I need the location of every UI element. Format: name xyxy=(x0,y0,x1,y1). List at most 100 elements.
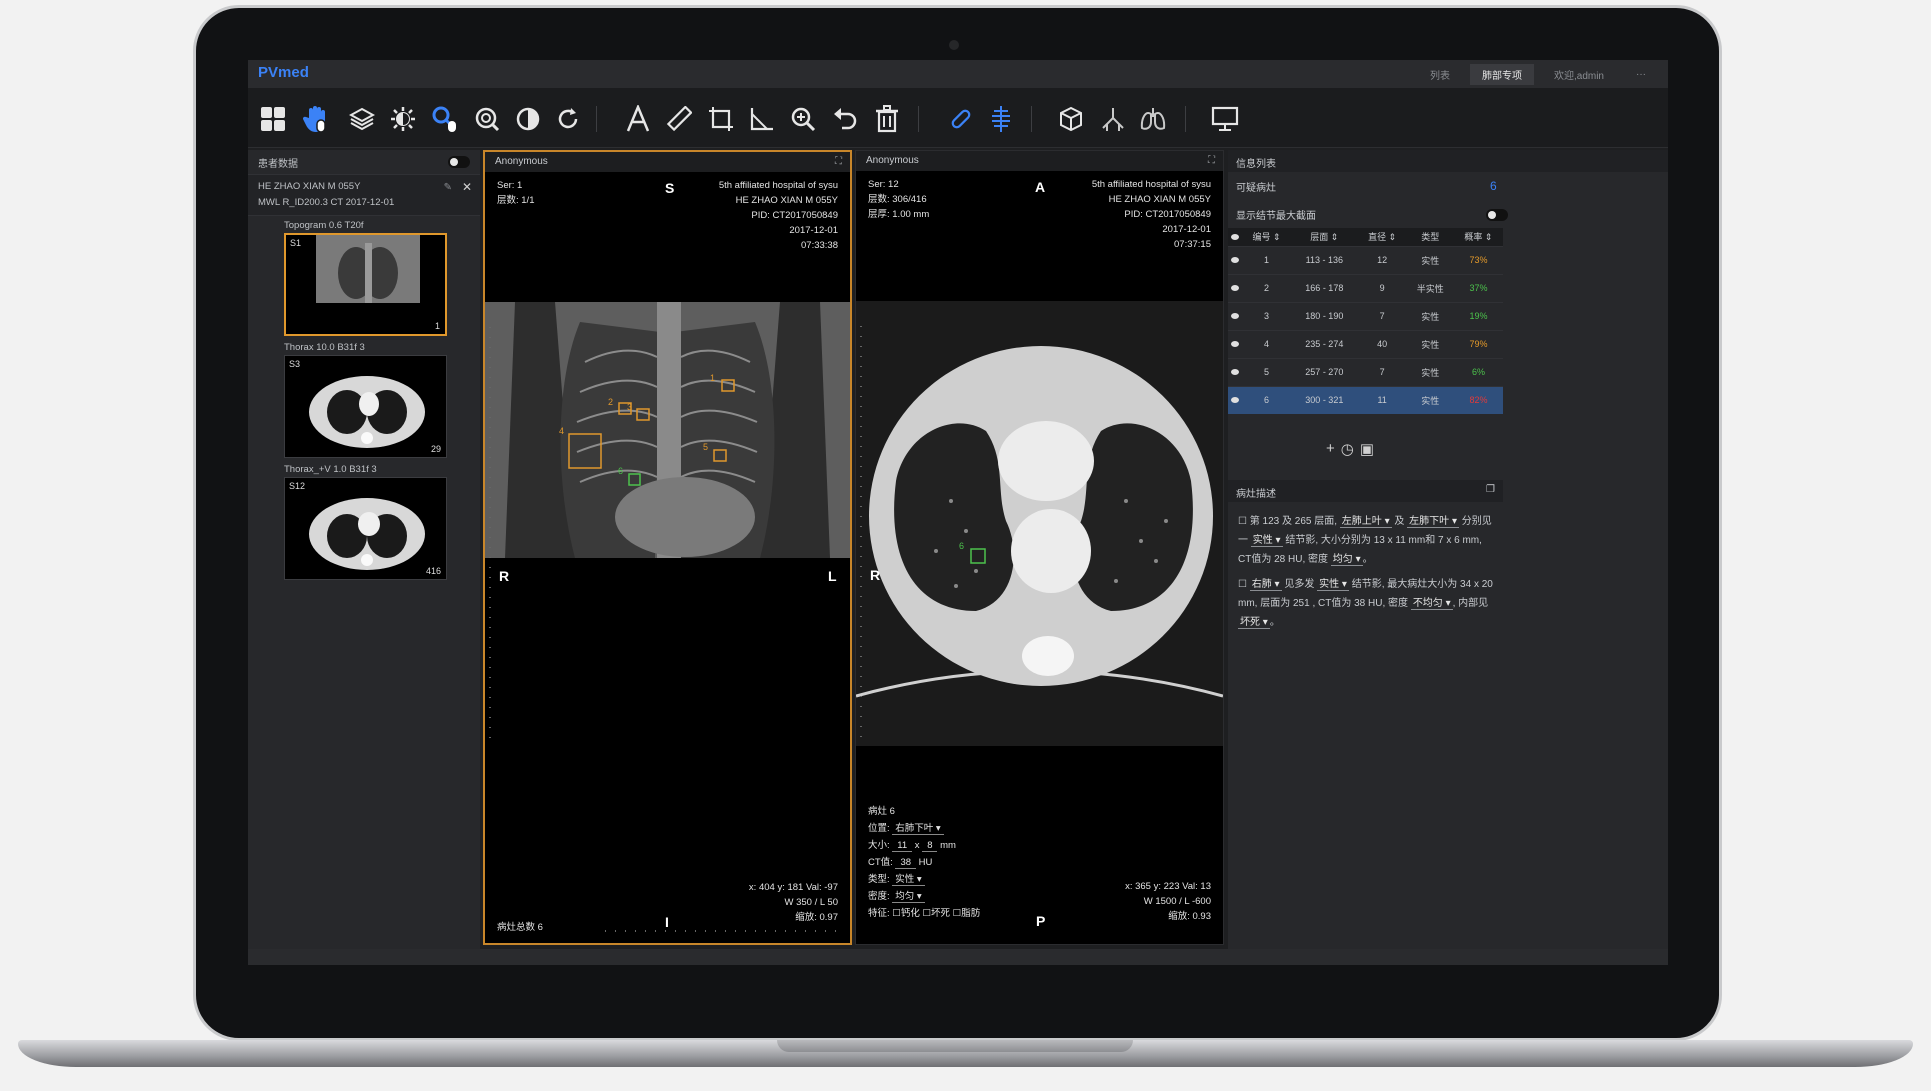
nodule-marker: 1 xyxy=(710,373,715,383)
horizontal-ruler xyxy=(605,930,845,932)
rectangle-roi-icon[interactable] xyxy=(706,104,736,134)
suspect-count: 6 xyxy=(1490,179,1497,193)
type-dropdown[interactable]: 实性 ▾ xyxy=(892,874,925,886)
desc-dropdown[interactable]: 实性 ▾ xyxy=(1317,579,1349,591)
undo-icon[interactable] xyxy=(830,104,860,134)
ruler-icon[interactable] xyxy=(664,104,694,134)
app-logo: PVmed xyxy=(258,64,309,81)
brightness-icon[interactable] xyxy=(388,104,418,134)
visibility-icon[interactable] xyxy=(1228,301,1242,330)
trash-icon[interactable] xyxy=(872,104,902,134)
desc-dropdown[interactable]: 不均匀 ▾ xyxy=(1410,598,1453,610)
save-icon[interactable]: ▣ xyxy=(1360,440,1374,458)
column-header[interactable]: 直径 ⇕ xyxy=(1357,228,1407,246)
viewport-topogram[interactable]: Anonymous ⛶ Ser: 1 层数: 1/1 5th affiliate… xyxy=(483,150,852,945)
position-dropdown[interactable]: 右肺下叶 ▾ xyxy=(892,823,944,835)
column-header[interactable]: 编号 ⇕ xyxy=(1241,228,1292,246)
orientation-bottom: I xyxy=(665,914,669,930)
nodule-layer: 166 - 178 xyxy=(1291,273,1358,302)
table-row[interactable]: 2 166 - 178 9 半实性 37% xyxy=(1228,273,1503,302)
nodule-detail-panel: 病灶 6 位置: 右肺下叶 ▾ 大小: 11 x 8 mm CT值: 38 HU… xyxy=(868,803,980,922)
feature-checkbox[interactable]: ☐坏死 xyxy=(922,908,950,919)
nodule-type: 实性 xyxy=(1406,329,1454,358)
nodule-description[interactable]: ☐ 第 123 及 265 层面, 左肺上叶 ▾ 及 左肺下叶 ▾ 分别见一 实… xyxy=(1228,504,1503,632)
spine-icon[interactable] xyxy=(986,104,1016,134)
cube-3d-icon[interactable] xyxy=(1056,104,1086,134)
density-dropdown[interactable]: 均匀 ▾ xyxy=(892,891,925,903)
ct-value-input[interactable]: 38 xyxy=(895,857,917,869)
series-info: Ser: 12 层数: 306/416 层厚: 1.00 mm xyxy=(868,179,930,220)
zoom-region-icon[interactable] xyxy=(472,104,502,134)
more-menu[interactable]: ··· xyxy=(1624,66,1658,83)
table-row[interactable]: 6 300 - 321 11 实性 82% xyxy=(1228,385,1503,414)
add-icon[interactable]: + xyxy=(1326,440,1335,458)
series-number: S1 xyxy=(290,238,302,248)
feature-checkbox[interactable]: ☐钙化 xyxy=(892,908,920,919)
chest-xray-image[interactable]: 1 2 3 4 5 6 xyxy=(485,302,850,558)
visibility-icon[interactable] xyxy=(1228,357,1242,386)
series-thumbnail[interactable]: S1 1 xyxy=(284,233,447,336)
maximize-icon[interactable]: ⛶ xyxy=(835,156,842,167)
copy-icon[interactable]: ❐ xyxy=(1486,484,1495,495)
visibility-icon[interactable] xyxy=(1228,385,1242,414)
axial-ct-image[interactable]: 6 xyxy=(856,301,1223,746)
feature-checkbox[interactable]: ☐脂肪 xyxy=(953,908,981,919)
patient-line-1: HE ZHAO XIAN M 055Y xyxy=(258,181,361,192)
visibility-icon[interactable] xyxy=(1228,329,1242,358)
desc-dropdown[interactable]: 坏死 ▾ xyxy=(1238,617,1270,629)
visibility-icon[interactable] xyxy=(1228,273,1242,302)
user-menu[interactable]: 欢迎,admin xyxy=(1542,64,1616,85)
rotate-icon[interactable] xyxy=(553,104,583,134)
lungs-icon[interactable] xyxy=(1138,104,1168,134)
desc-dropdown[interactable]: 左肺下叶 ▾ xyxy=(1407,516,1459,528)
size-a-input[interactable]: 11 xyxy=(892,840,913,852)
desc-dropdown[interactable]: 均匀 ▾ xyxy=(1330,554,1363,566)
desc-dropdown[interactable]: 左肺上叶 ▾ xyxy=(1339,516,1392,528)
image-readout: x: 365 y: 223 Val: 13 W 1500 / L -600 缩放… xyxy=(1125,881,1211,922)
monitor-icon[interactable] xyxy=(1210,104,1240,134)
text-annotation-icon[interactable] xyxy=(623,104,653,134)
list-menu[interactable]: 列表 xyxy=(1418,64,1462,85)
layers-icon[interactable] xyxy=(347,104,377,134)
table-row[interactable]: 1 113 - 136 12 实性 73% xyxy=(1228,245,1503,274)
zoom-in-icon[interactable] xyxy=(788,104,818,134)
patient-panel-title: 患者数据 xyxy=(258,158,298,170)
link-icon[interactable] xyxy=(946,104,976,134)
edit-icon[interactable]: ✎ xyxy=(444,180,452,196)
patient-panel-toggle[interactable] xyxy=(448,156,470,168)
clock-icon[interactable]: ◷ xyxy=(1341,440,1354,458)
bronchi-icon[interactable] xyxy=(1098,104,1128,134)
desc-dropdown[interactable]: 实性 ▾ xyxy=(1250,535,1283,547)
table-row[interactable]: 3 180 - 190 7 实性 19% xyxy=(1228,301,1503,330)
series-thumbnail[interactable]: S3 29 xyxy=(284,355,447,458)
size-b-input[interactable]: 8 xyxy=(922,840,938,852)
visibility-icon[interactable] xyxy=(1228,245,1242,274)
screen: PVmed 列表 肺部专项 欢迎,admin ··· 患者数据 HE ZHAO … xyxy=(248,60,1668,965)
hand-pan-icon[interactable] xyxy=(302,104,332,134)
nodule-marker: 2 xyxy=(608,397,613,407)
show-largest-toggle[interactable] xyxy=(1486,209,1508,221)
tab-lung-special[interactable]: 肺部专项 xyxy=(1469,64,1534,85)
magnifier-cursor-icon[interactable] xyxy=(430,104,460,134)
visibility-column-icon xyxy=(1228,228,1242,246)
table-row[interactable]: 5 257 - 270 7 实性 6% xyxy=(1228,357,1503,386)
table-row[interactable]: 4 235 - 274 40 实性 79% xyxy=(1228,329,1503,358)
column-header[interactable]: 概率 ⇕ xyxy=(1453,228,1503,246)
nodule-layer: 180 - 190 xyxy=(1291,301,1358,330)
nodule-diameter: 7 xyxy=(1357,301,1407,330)
angle-icon[interactable] xyxy=(747,104,777,134)
description-title: 病灶描述 xyxy=(1236,489,1276,500)
column-header[interactable]: 层面 ⇕ xyxy=(1291,228,1358,246)
series-thumbnail[interactable]: S12 416 xyxy=(284,477,447,580)
grid-layout-icon[interactable] xyxy=(258,104,288,134)
nodule-table: 编号 ⇕ 层面 ⇕ 直径 ⇕ 类型 概率 ⇕ 1 113 - 136 12 实性 73%… xyxy=(1228,228,1503,414)
viewport-axial-ct[interactable]: Anonymous ⛶ Ser: 12 层数: 306/416 层厚: 1.00… xyxy=(855,150,1224,945)
vertical-ruler xyxy=(489,327,491,747)
close-icon[interactable]: ✕ xyxy=(462,179,472,195)
patient-info[interactable]: HE ZHAO XIAN M 055Y MWL R_ID200.3 CT 201… xyxy=(248,174,480,216)
nodule-id: 6 xyxy=(1241,385,1292,414)
nodule-diameter: 11 xyxy=(1357,385,1407,414)
maximize-icon[interactable]: ⛶ xyxy=(1208,155,1215,166)
desc-dropdown[interactable]: 右肺 ▾ xyxy=(1249,579,1282,591)
contrast-icon[interactable] xyxy=(513,104,543,134)
